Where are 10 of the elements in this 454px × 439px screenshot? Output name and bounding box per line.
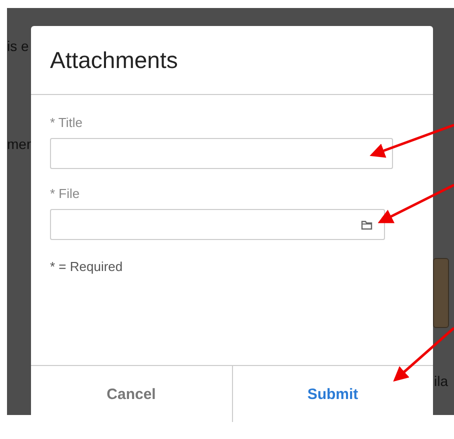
background-card xyxy=(433,258,449,328)
file-field[interactable] xyxy=(50,209,385,240)
title-input[interactable] xyxy=(50,138,393,169)
folder-icon[interactable] xyxy=(361,220,373,230)
background-text: is e xyxy=(7,38,29,54)
dialog-title: Attachments xyxy=(50,46,178,74)
background-text: ila xyxy=(434,373,448,389)
required-note: * = Required xyxy=(50,259,124,274)
field-label: * File xyxy=(50,186,81,201)
field-label: * Title xyxy=(50,115,84,130)
